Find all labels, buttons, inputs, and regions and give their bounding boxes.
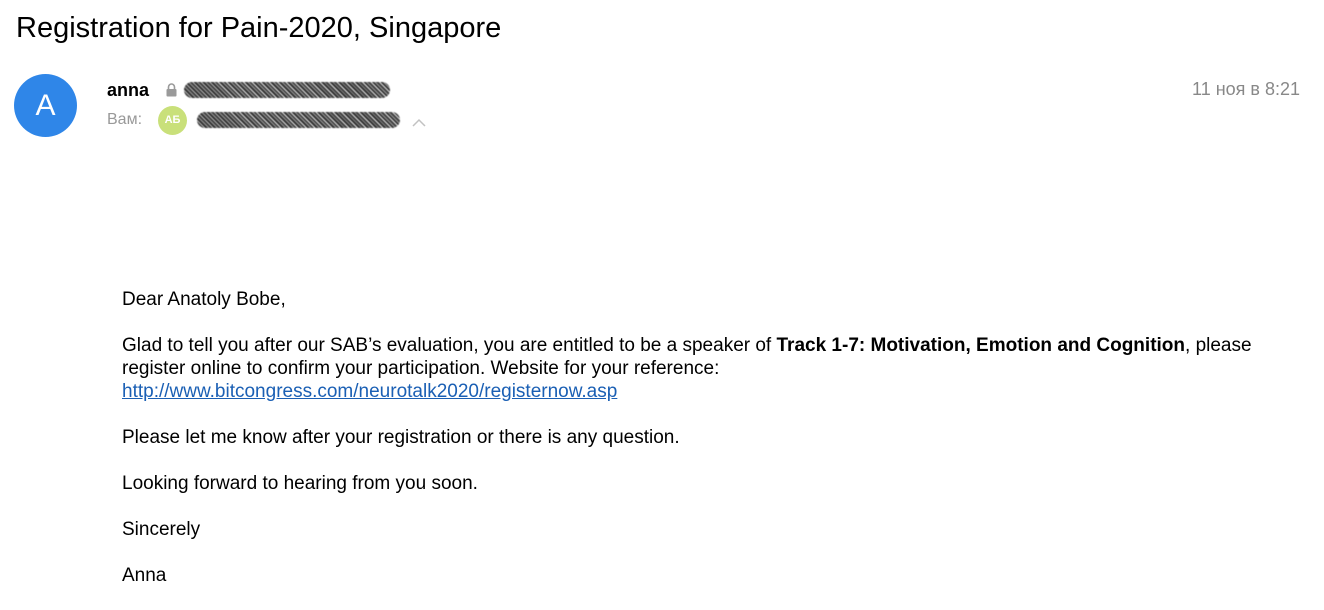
question-paragraph: Please let me know after your registrati… [122, 427, 680, 448]
redacted-sender-address [184, 82, 391, 98]
email-view: Registration for Pain-2020, Singapore A … [0, 0, 1324, 610]
email-subject: Registration for Pain-2020, Singapore [16, 12, 502, 44]
sign-off: Sincerely [122, 519, 201, 540]
main-paragraph: Glad to tell you after our SAB’s evaluat… [122, 334, 1272, 403]
sender-name[interactable]: anna [107, 80, 149, 101]
recipient-label: Вам: [107, 111, 143, 128]
lock-icon [165, 83, 178, 97]
main-text-start: Glad to tell you after our SAB’s evaluat… [122, 335, 777, 356]
recipient-avatar[interactable]: АБ [158, 105, 188, 135]
track-name: Track 1-7: Motivation, Emotion and Cogni… [776, 335, 1186, 356]
recipient-row: Вам: АБ [107, 104, 426, 136]
sender-row: anna [107, 78, 391, 102]
redacted-recipient-address [197, 112, 401, 128]
email-date: 11 ноя в 8:21 [1192, 79, 1300, 99]
email-body: Dear Anatoly Bobe, Glad to tell you afte… [122, 288, 1272, 587]
greeting: Dear Anatoly Bobe, [122, 289, 286, 310]
registration-link[interactable]: http://www.bitcongress.com/neurotalk2020… [122, 381, 617, 402]
sender-avatar[interactable]: A [14, 74, 77, 137]
chevron-up-icon[interactable] [412, 115, 426, 127]
closing-paragraph: Looking forward to hearing from you soon… [122, 473, 478, 494]
signature: Anna [122, 565, 167, 586]
